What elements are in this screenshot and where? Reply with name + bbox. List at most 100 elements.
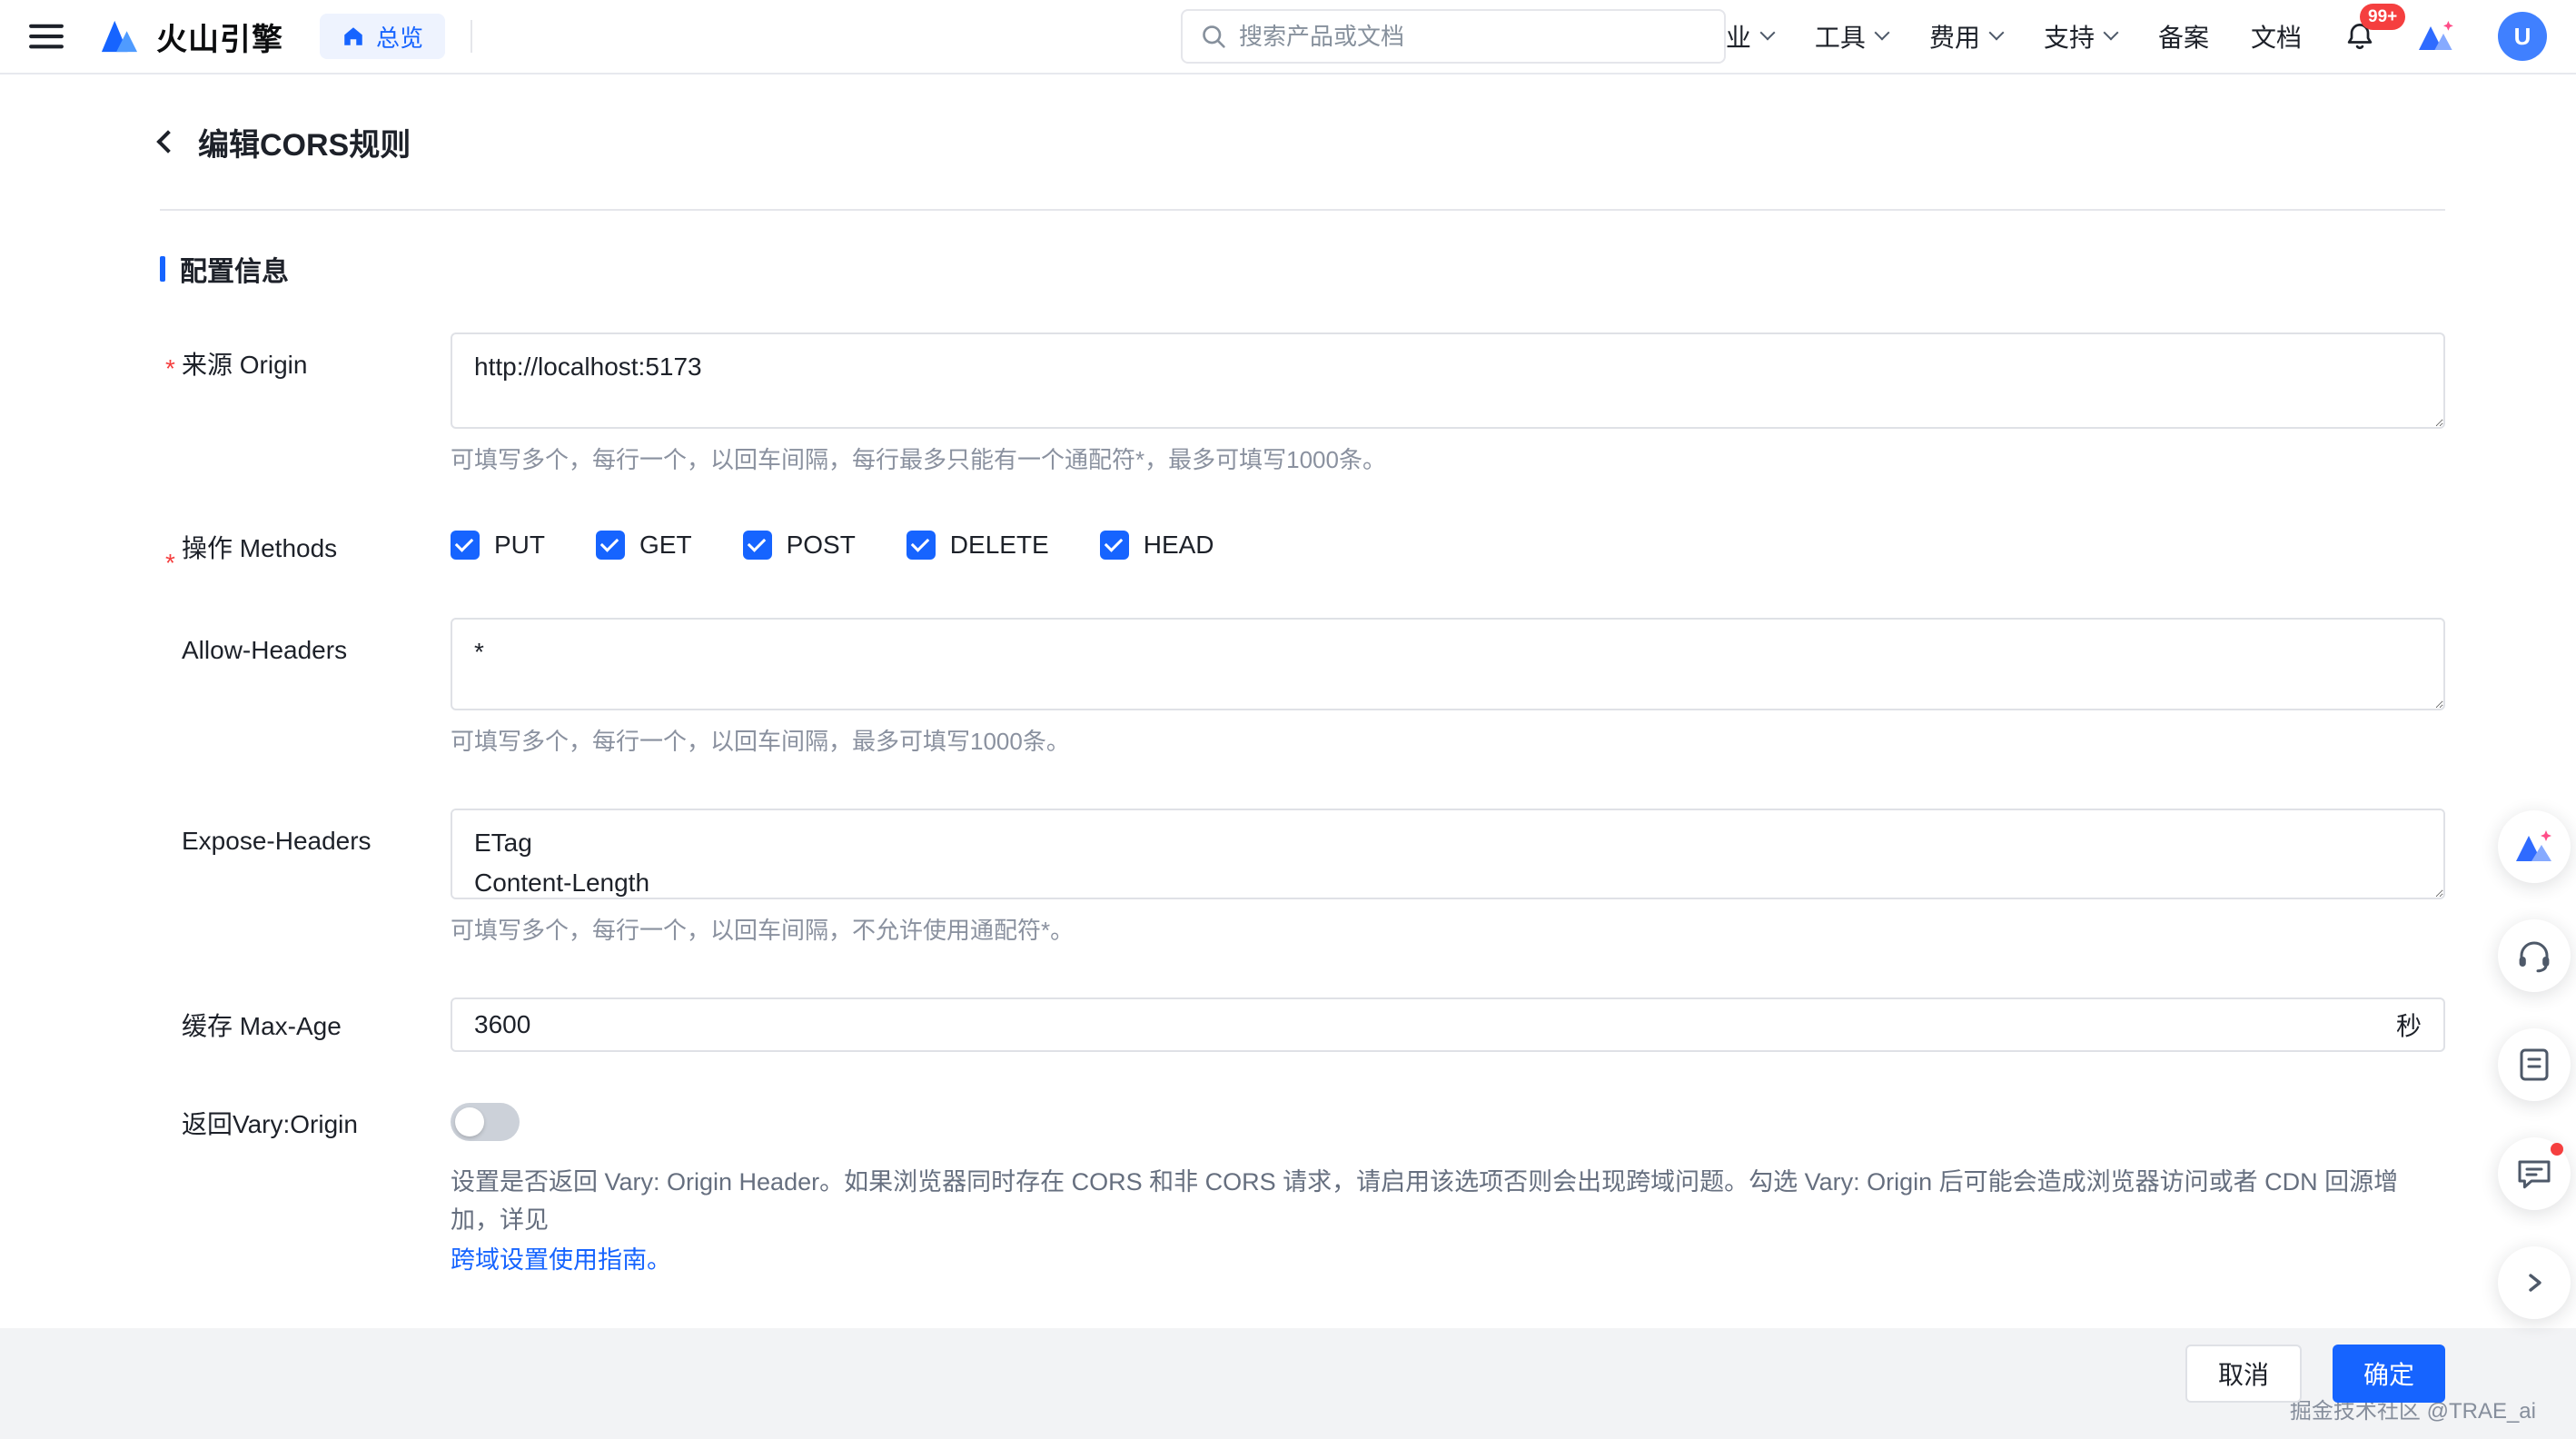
brand-name: 火山引擎 bbox=[156, 15, 283, 59]
nav-item-label: 备案 bbox=[2158, 18, 2209, 55]
nav-item-label: 文档 bbox=[2251, 18, 2302, 55]
main-content: 编辑CORS规则 配置信息 来源 Origin http://localhost… bbox=[0, 74, 2576, 1279]
toggle-knob bbox=[455, 1107, 484, 1136]
form-row-methods: 操作 Methods PUT GET POST DELETE HEAD bbox=[160, 527, 2445, 567]
nav-item-tools[interactable]: 工具 bbox=[1815, 18, 1887, 55]
rail-collapse-button[interactable] bbox=[2498, 1246, 2571, 1319]
navbar-right-menu: 企业 工具 费用 支持 备案 文档 99+ U bbox=[1700, 12, 2547, 61]
origin-textarea[interactable]: http://localhost:5173 bbox=[451, 332, 2445, 429]
checkbox-checked-icon[interactable] bbox=[596, 531, 625, 560]
form-row-max-age: 缓存 Max-Age 秒 bbox=[160, 997, 2445, 1052]
methods-control: PUT GET POST DELETE HEAD bbox=[451, 527, 2445, 567]
chevron-down-icon bbox=[1874, 25, 1889, 41]
chevron-down-icon bbox=[1988, 25, 2004, 41]
nav-item-label: 费用 bbox=[1929, 18, 1980, 55]
method-get[interactable]: GET bbox=[596, 531, 692, 560]
back-button[interactable] bbox=[156, 130, 179, 153]
checkbox-checked-icon[interactable] bbox=[1100, 531, 1129, 560]
method-delete[interactable]: DELETE bbox=[907, 531, 1049, 560]
cancel-button[interactable]: 取消 bbox=[2185, 1345, 2302, 1403]
chat-bubble-icon bbox=[2516, 1157, 2552, 1190]
hamburger-menu-button[interactable] bbox=[29, 23, 64, 50]
overview-nav-button[interactable]: 总览 bbox=[320, 14, 445, 59]
vary-origin-description: 设置是否返回 Vary: Origin Header。如果浏览器同时存在 COR… bbox=[451, 1163, 2445, 1239]
navbar-divider bbox=[471, 20, 472, 53]
volcengine-logo-icon bbox=[96, 17, 142, 55]
expose-headers-label: Expose-Headers bbox=[160, 809, 451, 947]
method-post[interactable]: POST bbox=[743, 531, 856, 560]
form-row-allow-headers: Allow-Headers * 可填写多个，每行一个，以回车间隔，最多可填写10… bbox=[160, 618, 2445, 758]
feedback-unread-dot bbox=[2551, 1143, 2563, 1156]
checkbox-checked-icon[interactable] bbox=[907, 531, 936, 560]
vary-origin-control: 设置是否返回 Vary: Origin Header。如果浏览器同时存在 COR… bbox=[451, 1103, 2445, 1279]
cors-guide-link[interactable]: 跨域设置使用指南。 bbox=[451, 1241, 671, 1279]
max-age-label: 缓存 Max-Age bbox=[160, 997, 451, 1052]
footer-strip: 掘金技术社区 @TRAE_ai 取消 确定 bbox=[0, 1328, 2576, 1439]
origin-control: http://localhost:5173 可填写多个，每行一个，以回车间隔，每… bbox=[451, 332, 2445, 476]
nav-item-label: 支持 bbox=[2044, 18, 2095, 55]
max-age-input-wrap: 秒 bbox=[451, 997, 2445, 1052]
brand-logo[interactable]: 火山引擎 bbox=[96, 15, 283, 59]
origin-help-text: 可填写多个，每行一个，以回车间隔，每行最多只能有一个通配符*，最多可填写1000… bbox=[451, 443, 2445, 476]
method-label: HEAD bbox=[1144, 531, 1214, 560]
max-age-unit: 秒 bbox=[2396, 1007, 2422, 1043]
method-label: POST bbox=[787, 531, 856, 560]
confirm-button[interactable]: 确定 bbox=[2333, 1345, 2445, 1403]
chevron-right-icon bbox=[2523, 1272, 2545, 1294]
methods-label: 操作 Methods bbox=[160, 527, 451, 567]
section-config-info: 配置信息 bbox=[160, 251, 2445, 287]
method-label: PUT bbox=[494, 531, 545, 560]
user-avatar[interactable]: U bbox=[2498, 12, 2547, 61]
method-label: DELETE bbox=[950, 531, 1049, 560]
origin-label: 来源 Origin bbox=[160, 332, 451, 476]
documentation-button[interactable] bbox=[2498, 1028, 2571, 1101]
nav-item-label: 工具 bbox=[1815, 18, 1866, 55]
vary-origin-label: 返回Vary:Origin bbox=[160, 1103, 451, 1279]
method-head[interactable]: HEAD bbox=[1100, 531, 1214, 560]
allow-headers-help-text: 可填写多个，每行一个，以回车间隔，最多可填写1000条。 bbox=[451, 725, 2445, 758]
nav-item-support[interactable]: 支持 bbox=[2044, 18, 2116, 55]
overview-label: 总览 bbox=[376, 20, 423, 54]
customer-service-button[interactable] bbox=[2498, 919, 2571, 992]
method-put[interactable]: PUT bbox=[451, 531, 545, 560]
expose-headers-textarea[interactable]: ETag Content-Length bbox=[451, 809, 2445, 899]
footer-buttons: 取消 确定 bbox=[2185, 1345, 2445, 1403]
chevron-down-icon bbox=[2103, 25, 2118, 41]
search-icon bbox=[1201, 24, 1226, 49]
page-header: 编辑CORS规则 bbox=[160, 120, 2445, 164]
floating-action-rail bbox=[2498, 810, 2571, 1319]
search-input[interactable] bbox=[1239, 23, 1706, 51]
expose-headers-control: ETag Content-Length 可填写多个，每行一个，以回车间隔，不允许… bbox=[451, 809, 2445, 947]
global-search bbox=[1181, 9, 1726, 64]
membership-button[interactable] bbox=[2418, 19, 2456, 54]
allow-headers-textarea[interactable]: * bbox=[451, 618, 2445, 710]
top-navbar: 火山引擎 总览 企业 工具 费用 支持 备案 文档 99+ bbox=[0, 0, 2576, 74]
page-title: 编辑CORS规则 bbox=[198, 120, 411, 164]
max-age-input[interactable] bbox=[474, 1010, 2396, 1039]
max-age-control: 秒 bbox=[451, 997, 2445, 1052]
notifications-button[interactable]: 99+ bbox=[2343, 20, 2376, 53]
document-icon bbox=[2518, 1047, 2551, 1083]
cors-form: 来源 Origin http://localhost:5173 可填写多个，每行… bbox=[160, 332, 2445, 1279]
expose-headers-help-text: 可填写多个，每行一个，以回车间隔，不允许使用通配符*。 bbox=[451, 914, 2445, 947]
checkbox-checked-icon[interactable] bbox=[451, 531, 480, 560]
brand-assistant-icon bbox=[2514, 829, 2554, 865]
methods-checkbox-group: PUT GET POST DELETE HEAD bbox=[451, 527, 2445, 563]
brand-assistant-button[interactable] bbox=[2498, 810, 2571, 883]
feedback-button[interactable] bbox=[2498, 1137, 2571, 1210]
form-row-origin: 来源 Origin http://localhost:5173 可填写多个，每行… bbox=[160, 332, 2445, 476]
home-icon bbox=[342, 25, 365, 48]
allow-headers-control: * 可填写多个，每行一个，以回车间隔，最多可填写1000条。 bbox=[451, 618, 2445, 758]
nav-item-docs[interactable]: 文档 bbox=[2251, 18, 2302, 55]
checkbox-checked-icon[interactable] bbox=[743, 531, 772, 560]
allow-headers-label: Allow-Headers bbox=[160, 618, 451, 758]
form-row-expose-headers: Expose-Headers ETag Content-Length 可填写多个… bbox=[160, 809, 2445, 947]
nav-item-billing[interactable]: 费用 bbox=[1929, 18, 2002, 55]
nav-item-icp[interactable]: 备案 bbox=[2158, 18, 2209, 55]
vary-origin-toggle[interactable] bbox=[451, 1103, 520, 1141]
header-divider bbox=[160, 209, 2445, 211]
form-row-vary-origin: 返回Vary:Origin 设置是否返回 Vary: Origin Header… bbox=[160, 1103, 2445, 1279]
section-title-text: 配置信息 bbox=[180, 249, 289, 289]
method-label: GET bbox=[639, 531, 692, 560]
section-accent-bar bbox=[160, 256, 165, 282]
